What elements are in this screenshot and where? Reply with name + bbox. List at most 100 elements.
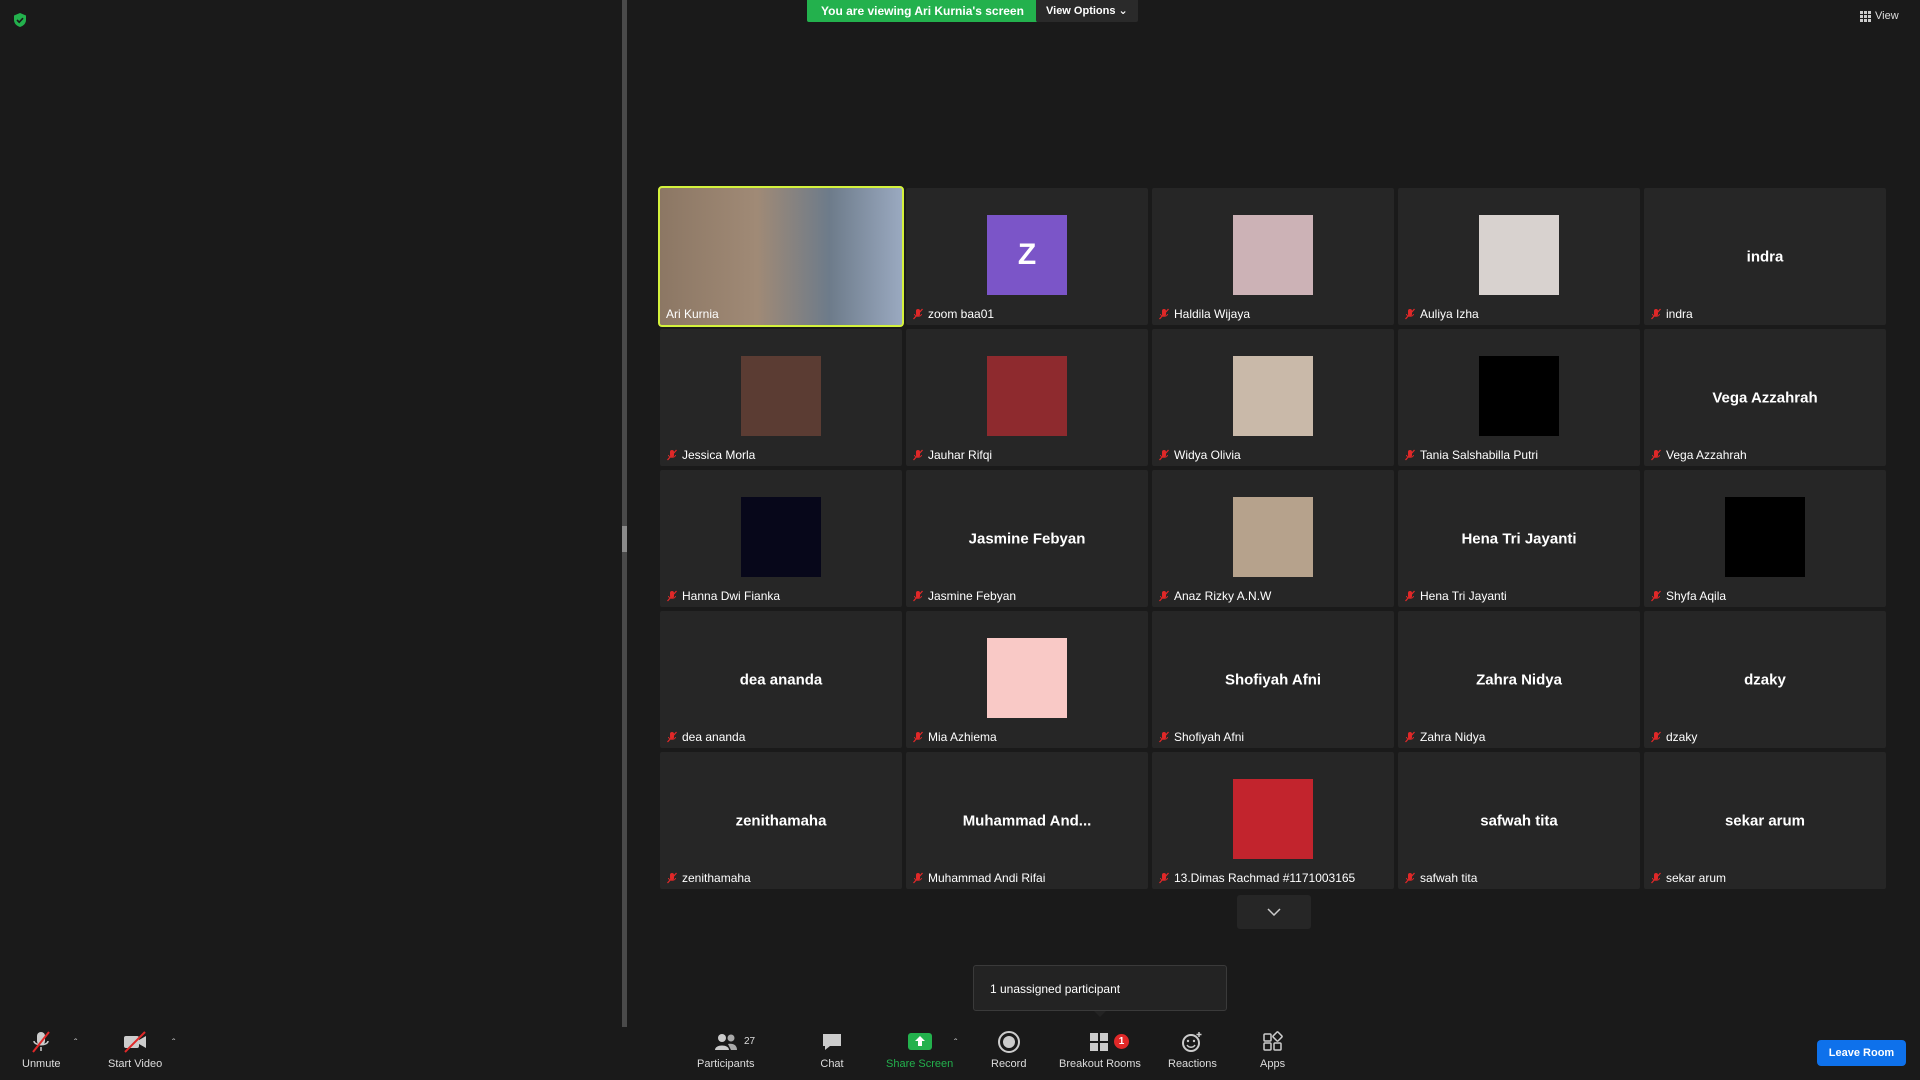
view-button[interactable]: View xyxy=(1860,10,1899,22)
participant-tile[interactable]: indra indra xyxy=(1644,188,1886,325)
splitter-handle[interactable] xyxy=(622,526,627,552)
participant-name-label: safwah tita xyxy=(1402,870,1479,886)
reactions-icon xyxy=(1182,1032,1202,1052)
gallery-grid: Ari Kurnia Zzoom baa01 Haldila Wijaya Auliy… xyxy=(658,186,1886,889)
unassigned-tooltip: 1 unassigned participant xyxy=(973,965,1227,1017)
participant-tile[interactable]: sekar arum sekar arum xyxy=(1644,752,1886,889)
participant-name: zenithamaha xyxy=(682,871,751,885)
chat-label: Chat xyxy=(820,1058,844,1070)
unmute-button[interactable]: Unmute xyxy=(22,1030,61,1070)
video-options-caret[interactable]: ˆ xyxy=(172,1038,175,1049)
breakout-rooms-icon xyxy=(1089,1033,1108,1051)
participant-name-label: Mia Azhiema xyxy=(910,729,999,745)
unmute-label: Unmute xyxy=(22,1058,61,1070)
video-muted-icon xyxy=(124,1031,147,1053)
participant-tile[interactable]: Mia Azhiema xyxy=(906,611,1148,748)
mic-muted-icon xyxy=(1405,872,1415,884)
chat-button[interactable]: Chat xyxy=(820,1030,844,1070)
profile-photo xyxy=(1479,215,1559,295)
mic-muted-icon xyxy=(1159,872,1169,884)
mic-muted-icon xyxy=(1405,449,1415,461)
participant-tile[interactable]: Hanna Dwi Fianka xyxy=(660,470,902,607)
participant-name: Muhammad Andi Rifai xyxy=(928,871,1046,885)
participant-tile[interactable]: Auliya Izha xyxy=(1398,188,1640,325)
mic-muted-icon xyxy=(1405,308,1415,320)
participant-tile[interactable]: dea ananda dea ananda xyxy=(660,611,902,748)
participant-name: dea ananda xyxy=(682,730,746,744)
participant-name-label: Jasmine Febyan xyxy=(910,588,1018,604)
leave-room-button[interactable]: Leave Room xyxy=(1817,1040,1906,1066)
mic-muted-icon xyxy=(1405,590,1415,602)
profile-photo xyxy=(987,638,1067,718)
participants-count: 27 xyxy=(744,1036,756,1047)
participant-tile[interactable]: Jasmine Febyan Jasmine Febyan xyxy=(906,470,1148,607)
participant-name: Jessica Morla xyxy=(682,448,756,462)
grid-icon xyxy=(1860,10,1871,22)
reactions-button[interactable]: Reactions xyxy=(1168,1030,1217,1070)
participant-tile[interactable]: Muhammad And... Muhammad Andi Rifai xyxy=(906,752,1148,889)
participant-tile[interactable]: Shyfa Aqila xyxy=(1644,470,1886,607)
participant-tile[interactable]: Widya Olivia xyxy=(1152,329,1394,466)
reactions-label: Reactions xyxy=(1168,1058,1217,1070)
audio-options-caret[interactable]: ˆ xyxy=(74,1038,77,1049)
participant-tile[interactable]: Anaz Rizky A.N.W xyxy=(1152,470,1394,607)
participant-name-label: Shyfa Aqila xyxy=(1648,588,1728,604)
participant-name: safwah tita xyxy=(1420,871,1478,885)
participant-name: Haldila Wijaya xyxy=(1174,307,1251,321)
breakout-rooms-label: Breakout Rooms xyxy=(1059,1058,1141,1070)
participant-tile[interactable]: Jessica Morla xyxy=(660,329,902,466)
participant-name-label: Hanna Dwi Fianka xyxy=(664,588,782,604)
participant-name: Shofiyah Afni xyxy=(1174,730,1245,744)
participant-tile[interactable]: 13.Dimas Rachmad #1171003165 xyxy=(1152,752,1394,889)
participant-tile[interactable]: Vega Azzahrah Vega Azzahrah xyxy=(1644,329,1886,466)
mic-muted-icon xyxy=(667,449,677,461)
pane-splitter[interactable] xyxy=(622,0,627,1027)
display-name: Hena Tri Jayanti xyxy=(1461,530,1577,547)
participant-tile[interactable]: dzaky dzaky xyxy=(1644,611,1886,748)
participant-tile[interactable]: Tania Salshabilla Putri xyxy=(1398,329,1640,466)
record-button[interactable]: Record xyxy=(991,1030,1026,1070)
share-screen-button[interactable]: Share Screen xyxy=(886,1030,953,1070)
participant-tile[interactable]: safwah tita safwah tita xyxy=(1398,752,1640,889)
scroll-down-button[interactable] xyxy=(1237,895,1311,929)
display-name: Muhammad And... xyxy=(962,812,1092,829)
participant-tile[interactable]: Ari Kurnia xyxy=(658,186,904,327)
breakout-rooms-button[interactable]: Breakout Rooms xyxy=(1059,1030,1141,1070)
share-screen-label: Share Screen xyxy=(886,1058,954,1070)
participant-tile[interactable]: Haldila Wijaya xyxy=(1152,188,1394,325)
view-options-button[interactable]: View Options ⌄ xyxy=(1036,0,1138,22)
share-options-caret[interactable]: ˆ xyxy=(954,1038,957,1049)
mic-muted-icon xyxy=(1651,449,1661,461)
profile-photo xyxy=(1479,356,1559,436)
participant-name: dzaky xyxy=(1666,730,1698,744)
participant-name: Jasmine Febyan xyxy=(928,589,1017,603)
participant-name-label: Shofiyah Afni xyxy=(1156,729,1246,745)
shield-icon[interactable] xyxy=(12,12,28,28)
apps-button[interactable]: Apps xyxy=(1260,1030,1285,1070)
profile-photo xyxy=(741,356,821,436)
mic-muted-icon xyxy=(667,731,677,743)
chevron-down-icon: ⌄ xyxy=(1118,5,1128,17)
participant-name-label: Hena Tri Jayanti xyxy=(1402,588,1509,604)
screen-share-banner: You are viewing Ari Kurnia's screen xyxy=(807,0,1038,22)
participant-tile[interactable]: Zahra Nidya Zahra Nidya xyxy=(1398,611,1640,748)
start-video-button[interactable]: Start Video xyxy=(108,1030,162,1070)
participants-label: Participants xyxy=(697,1058,755,1070)
participant-tile[interactable]: zenithamaha zenithamaha xyxy=(660,752,902,889)
participant-name: 13.Dimas Rachmad #1171003165 xyxy=(1174,871,1356,885)
mic-muted-icon xyxy=(1159,449,1169,461)
participant-tile[interactable]: Shofiyah Afni Shofiyah Afni xyxy=(1152,611,1394,748)
record-label: Record xyxy=(991,1058,1027,1070)
participant-tile[interactable]: Hena Tri Jayanti Hena Tri Jayanti xyxy=(1398,470,1640,607)
mic-muted-icon xyxy=(667,590,677,602)
participant-name: sekar arum xyxy=(1666,871,1727,885)
participant-name-label: dea ananda xyxy=(664,729,747,745)
participant-tile[interactable]: Jauhar Rifqi xyxy=(906,329,1148,466)
mic-muted-icon xyxy=(913,308,923,320)
mic-muted-icon xyxy=(1651,590,1661,602)
video-feed xyxy=(660,188,902,325)
participant-name: zoom baa01 xyxy=(928,307,995,321)
participant-name: Shyfa Aqila xyxy=(1666,589,1727,603)
participant-tile[interactable]: Zzoom baa01 xyxy=(906,188,1148,325)
chat-icon xyxy=(823,1034,841,1050)
